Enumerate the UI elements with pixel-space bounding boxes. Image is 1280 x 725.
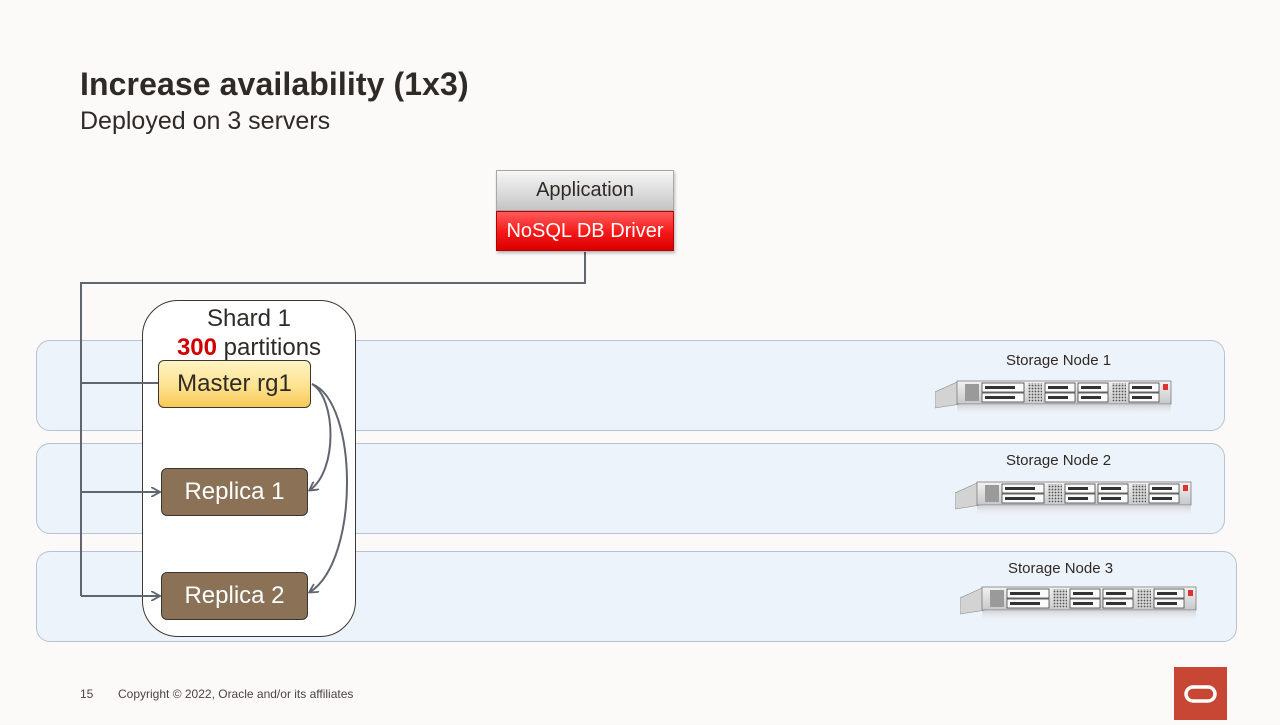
partition-count: 300 xyxy=(176,334,217,361)
application-box: Application xyxy=(496,170,674,211)
oracle-logo-icon xyxy=(1174,667,1227,720)
replica-2-node: Replica 2 xyxy=(161,572,308,620)
partition-label: partitions xyxy=(216,334,322,361)
slide-subtitle: Deployed on 3 servers xyxy=(80,107,331,135)
master-rg1-node: Master rg1 xyxy=(158,360,311,408)
storage-node-2-label: Storage Node 2 xyxy=(1006,452,1112,469)
server-rack-icon xyxy=(935,380,1172,417)
slide-title: Increase availability (1x3) xyxy=(80,66,469,102)
shard-partitions: 300 partitions xyxy=(142,334,356,362)
shard-title: Shard 1 xyxy=(206,305,292,332)
storage-node-3-label: Storage Node 3 xyxy=(1008,560,1114,577)
server-rack-icon xyxy=(960,586,1197,623)
copyright-text: Copyright © 2022, Oracle and/or its affi… xyxy=(118,687,354,701)
storage-node-1-label: Storage Node 1 xyxy=(1006,352,1112,369)
replica-1-node: Replica 1 xyxy=(161,468,308,516)
nosql-driver-box: NoSQL DB Driver xyxy=(496,211,674,251)
page-number: 15 xyxy=(80,687,94,701)
server-rack-icon xyxy=(955,481,1192,518)
